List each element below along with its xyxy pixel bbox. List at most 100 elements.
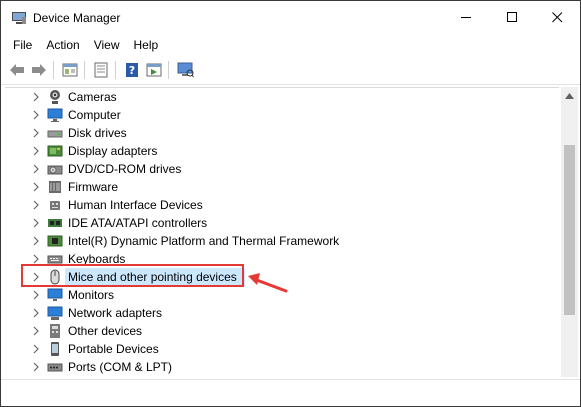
tree-node-label: Firmware (68, 180, 118, 194)
chevron-right-icon[interactable] (31, 146, 41, 156)
window-title: Device Manager (33, 11, 121, 25)
forward-button[interactable] (29, 60, 49, 80)
run-icon (146, 63, 162, 77)
tree-node-label: Disk drives (68, 126, 127, 140)
back-button[interactable] (7, 60, 27, 80)
portable-device-icon (51, 342, 59, 356)
minimize-icon (460, 17, 471, 18)
chevron-right-icon[interactable] (31, 218, 41, 228)
disk-drive-icon (47, 130, 63, 138)
annotation-arrow-icon (248, 273, 288, 293)
chevron-right-icon[interactable] (31, 344, 41, 354)
toolbar-separator (84, 61, 85, 79)
tree-node-label: Other devices (68, 324, 143, 338)
tree-node-other-devices[interactable]: Other devices (5, 322, 559, 340)
title-bar[interactable]: Device Manager (1, 1, 580, 34)
scroll-up-button[interactable] (561, 87, 578, 104)
tree-node-cameras[interactable]: Cameras (5, 88, 559, 106)
camera-icon (50, 90, 60, 104)
menu-bar: File Action View Help (1, 35, 165, 55)
tree-node-computer[interactable]: Computer (5, 106, 559, 124)
computer-icon (47, 108, 63, 122)
menu-action[interactable]: Action (39, 35, 86, 55)
maximize-icon (506, 12, 517, 22)
close-icon (551, 12, 562, 23)
chevron-right-icon[interactable] (31, 164, 41, 174)
device-tree: Cameras Computer Disk drives Display ada… (5, 87, 559, 378)
toolbar-separator (168, 61, 169, 79)
chevron-right-icon[interactable] (31, 326, 41, 336)
tree-node-label: Network adapters (68, 306, 163, 320)
chip-icon (47, 235, 63, 247)
tree-node-label: IDE ATA/ATAPI controllers (68, 216, 208, 230)
help-icon: ? (126, 63, 138, 77)
show-hidden-button[interactable] (91, 60, 111, 80)
tree-node-human-interface-devices[interactable]: Human Interface Devices (5, 196, 559, 214)
tree-node-intel-dynamic-platform[interactable]: Intel(R) Dynamic Platform and Thermal Fr… (5, 232, 559, 250)
minimize-button[interactable] (443, 1, 489, 34)
help-button[interactable]: ? (122, 60, 142, 80)
scrollbar-thumb[interactable] (564, 145, 575, 315)
toolbar-divider (1, 84, 580, 85)
scan-hardware-button[interactable] (175, 60, 195, 80)
device-manager-window: Device Manager File Action View Help ? C… (0, 0, 581, 407)
chevron-right-icon[interactable] (31, 128, 41, 138)
tree-node-disk-drives[interactable]: Disk drives (5, 124, 559, 142)
annotation-highlight-box (21, 264, 244, 287)
tree-node-display-adapters[interactable]: Display adapters (5, 142, 559, 160)
tree-node-label: Monitors (68, 288, 115, 302)
menu-view[interactable]: View (87, 35, 127, 55)
back-icon (10, 64, 24, 76)
network-adapter-icon (47, 306, 63, 320)
chevron-right-icon[interactable] (31, 308, 41, 318)
tree-node-dvd-cd-rom-drives[interactable]: DVD/CD-ROM drives (5, 160, 559, 178)
svg-text:?: ? (129, 64, 135, 77)
status-bar (1, 379, 580, 406)
close-button[interactable] (534, 1, 580, 34)
other-devices-icon (50, 324, 60, 338)
forward-icon (32, 64, 46, 76)
chevron-right-icon[interactable] (31, 200, 41, 210)
menu-file[interactable]: File (1, 35, 39, 55)
tree-node-label: Human Interface Devices (68, 198, 203, 212)
tree-node-portable-devices[interactable]: Portable Devices (5, 340, 559, 358)
vertical-scrollbar[interactable] (561, 87, 578, 377)
run-button[interactable] (144, 60, 164, 80)
chevron-right-icon[interactable] (31, 254, 41, 264)
firmware-icon (49, 181, 61, 193)
scan-hardware-icon (177, 62, 194, 78)
tree-node-label: DVD/CD-ROM drives (68, 162, 182, 176)
tree-node-label: Ports (COM & LPT) (68, 360, 173, 374)
tree-node-ide-ata-atapi-controllers[interactable]: IDE ATA/ATAPI controllers (5, 214, 559, 232)
tree-node-label: Display adapters (68, 144, 158, 158)
chevron-right-icon[interactable] (31, 236, 41, 246)
show-hidden-icon (94, 62, 108, 78)
tree-node-label: Intel(R) Dynamic Platform and Thermal Fr… (68, 234, 340, 248)
hid-icon (50, 201, 60, 210)
dvd-drive-icon (47, 165, 63, 175)
tree-node-label: Cameras (68, 90, 117, 104)
properties-icon (62, 63, 78, 77)
port-icon (47, 363, 63, 372)
properties-button[interactable] (60, 60, 80, 80)
toolbar: ? (1, 57, 580, 83)
chevron-right-icon[interactable] (31, 362, 41, 372)
toolbar-separator (53, 61, 54, 79)
chevron-right-icon[interactable] (31, 92, 41, 102)
chevron-right-icon[interactable] (31, 110, 41, 120)
menu-help[interactable]: Help (127, 35, 166, 55)
device-manager-app-icon (12, 12, 26, 24)
tree-node-firmware[interactable]: Firmware (5, 178, 559, 196)
tree-node-label: Computer (68, 108, 121, 122)
display-adapter-icon (47, 145, 63, 157)
ide-controller-icon (48, 219, 62, 227)
toolbar-separator (115, 61, 116, 79)
tree-node-label: Portable Devices (68, 342, 159, 356)
tree-node-network-adapters[interactable]: Network adapters (5, 304, 559, 322)
monitor-icon (47, 288, 63, 301)
chevron-right-icon[interactable] (31, 290, 41, 300)
maximize-button[interactable] (489, 1, 535, 34)
tree-node-ports-com-lpt[interactable]: Ports (COM & LPT) (5, 358, 559, 376)
scroll-up-icon (565, 92, 574, 99)
chevron-right-icon[interactable] (31, 182, 41, 192)
